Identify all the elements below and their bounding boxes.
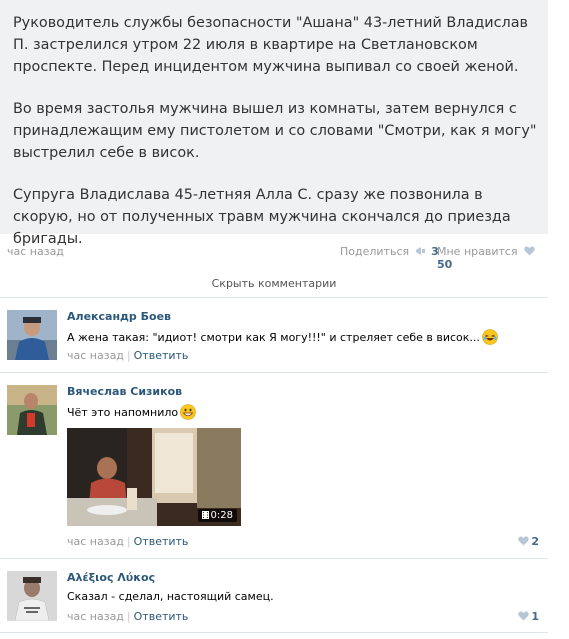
page-right-margin — [548, 0, 569, 639]
like-count: 50 — [437, 258, 453, 271]
comment-text: А жена такая: "идиот! смотри как Я могу!… — [67, 329, 498, 345]
comment-like-count: 2 — [531, 535, 539, 548]
post-time[interactable]: час назад — [7, 245, 64, 258]
comment-meta: час назад | Ответить — [67, 535, 188, 548]
megaphone-icon — [415, 247, 425, 255]
share-label: Поделиться — [340, 245, 410, 258]
separator: | — [126, 349, 131, 362]
comment-author[interactable]: Александр Боев — [67, 310, 171, 323]
comment-text-content: Чёт это напомнило — [67, 406, 179, 419]
comment-like-button[interactable]: 2 — [518, 535, 539, 548]
like-button[interactable]: Мне нравится 50 — [437, 245, 548, 271]
post-text: Руководитель службы безопасности "Ашана"… — [13, 12, 543, 270]
hide-comments-link[interactable]: Скрыть комментарии — [0, 277, 548, 290]
separator: | — [126, 610, 131, 623]
heart-icon — [518, 611, 530, 621]
comment-text: Чёт это напомнило — [67, 404, 196, 420]
comment-author[interactable]: Αλέξιος Λύκος — [67, 571, 155, 584]
film-icon — [201, 511, 209, 519]
comment-meta: час назад | Ответить — [67, 610, 188, 623]
post-meta: час назад Поделиться 3 Мне нравится 50 — [0, 241, 548, 271]
comment-time[interactable]: час назад — [67, 535, 124, 548]
comment-like-count: 1 — [531, 610, 539, 623]
post-paragraph-2: Во время застолья мужчина вышел из комна… — [13, 101, 537, 161]
comment-time[interactable]: час назад — [67, 610, 124, 623]
reply-link[interactable]: Ответить — [134, 610, 189, 623]
comment-text-content: А жена такая: "идиот! смотри как Я могу!… — [67, 331, 480, 344]
comment-text: Сказал - сделал, настоящий самец. — [67, 590, 274, 603]
video-duration-text: 0:28 — [210, 510, 233, 521]
comment-author[interactable]: Вячеслав Сизиков — [67, 385, 182, 398]
video-thumbnail[interactable]: 0:28 — [67, 428, 241, 526]
post-block: Руководитель службы безопасности "Ашана"… — [0, 0, 548, 247]
heart-icon — [524, 246, 535, 256]
comment-time[interactable]: час назад — [67, 349, 124, 362]
divider — [0, 297, 548, 298]
heart-icon — [518, 536, 530, 546]
share-button[interactable]: Поделиться 3 — [340, 245, 439, 258]
avatar[interactable] — [7, 385, 57, 435]
avatar[interactable] — [7, 571, 57, 621]
grinning-emoji-icon — [180, 404, 196, 420]
laughing-emoji-icon — [482, 329, 498, 345]
comment-meta: час назад | Ответить — [67, 349, 188, 362]
avatar[interactable] — [7, 310, 57, 360]
reply-link[interactable]: Ответить — [134, 535, 189, 548]
divider — [0, 558, 548, 559]
divider — [0, 372, 548, 373]
reply-link[interactable]: Ответить — [134, 349, 189, 362]
video-duration: 0:28 — [197, 509, 237, 522]
comment-like-button[interactable]: 1 — [518, 610, 539, 623]
like-label: Мне нравится — [437, 245, 518, 258]
separator: | — [126, 535, 131, 548]
post-paragraph-1: Руководитель службы безопасности "Ашана"… — [13, 15, 529, 75]
divider — [0, 632, 548, 633]
